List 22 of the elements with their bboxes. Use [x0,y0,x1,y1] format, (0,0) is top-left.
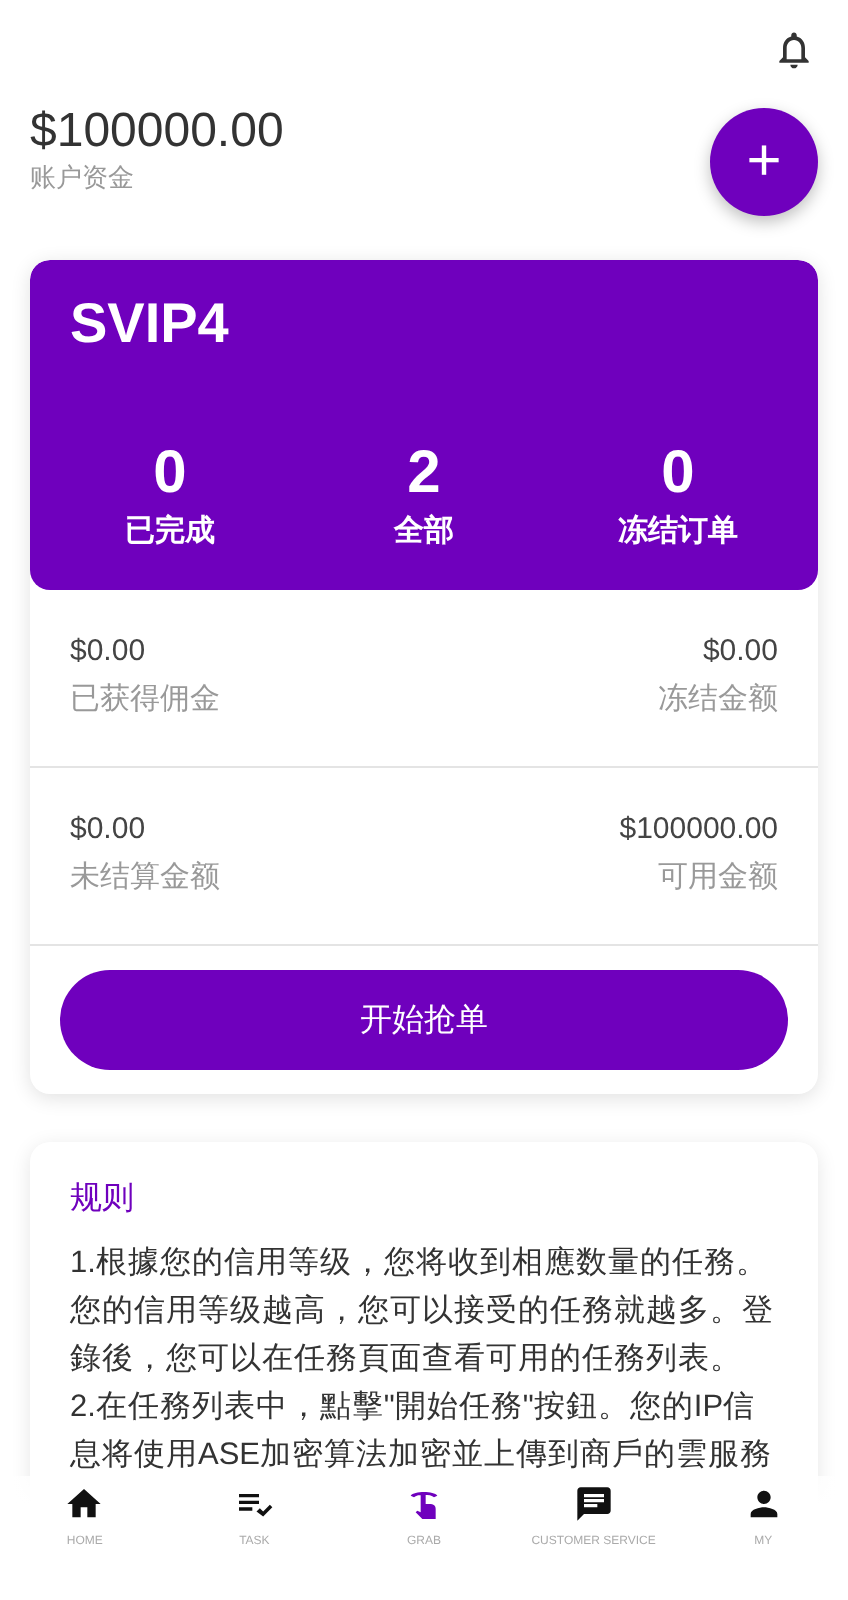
rules-paragraph: 2.在任務列表中，點擊"開始任務"按鈕。您的IP信息将使用ASE加密算法加密並上傳到商戶的雲服務 [70,1388,775,1476]
stat-value: 0 [661,440,695,508]
stat-label: 已完成 [125,512,215,550]
balance-amount: $100000.00 [30,104,284,160]
stat-label: 冻结订单 [618,512,738,550]
stat-label: 全部 [394,512,454,550]
start-button[interactable]: 开始抢单 [60,970,788,1070]
money-label: 未结算金额 [70,858,220,896]
money-amount: $100000.00 [619,812,778,846]
rules-title: 规则 [70,1180,136,1220]
level-title: SVIP4 [70,292,231,356]
money-amount: $0.00 [70,812,148,846]
money-amount: $0.00 [702,634,778,668]
money-label: 冻结金额 [658,680,778,718]
stat-value: 2 [407,440,441,508]
money-amount: $0.00 [70,634,148,668]
stat-value: 0 [153,440,187,508]
rules-paragraph: 1.根據您的信用等级，您将收到相應数量的任務。您的信用等级越高，您可以接受的任務就越多。登錄後，您可以在任務頁面查看可用的任務列表。 [70,1244,776,1380]
balance-label: 账户资金 [30,160,136,196]
money-label: 已获得佣金 [70,680,220,718]
add-button[interactable]: + [710,108,818,216]
money-label: 可用金额 [658,858,778,896]
